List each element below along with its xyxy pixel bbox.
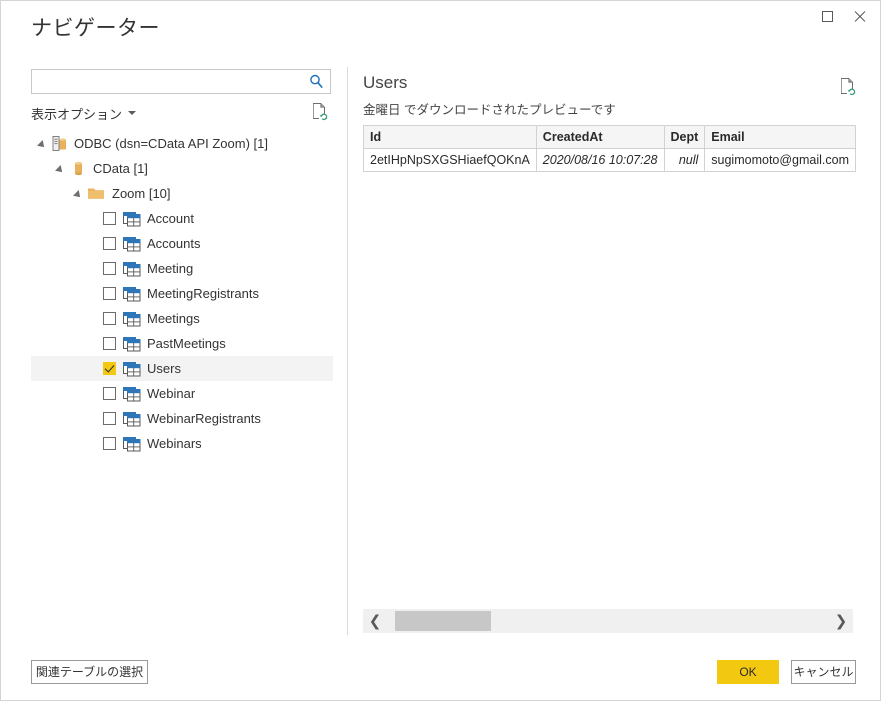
- checkbox-accounts[interactable]: [103, 237, 116, 250]
- folder-icon: [87, 186, 106, 206]
- preview-title: Users: [363, 73, 407, 93]
- tree-node-label: CData [1]: [93, 161, 148, 176]
- table-icon: [123, 411, 141, 432]
- maximize-button[interactable]: [810, 1, 844, 31]
- checkbox-meetingregistrants[interactable]: [103, 287, 116, 300]
- tree-node-webinar[interactable]: Webinar: [31, 381, 333, 406]
- preview-subtitle: 金曜日 でダウンロードされたプレビューです: [363, 99, 616, 118]
- expand-collapse-icon[interactable]: [37, 140, 47, 150]
- tree-node-label: Webinars: [147, 436, 202, 451]
- tree-node-meetings[interactable]: Meetings: [31, 306, 333, 331]
- tree-node-label: Users: [147, 361, 181, 376]
- table-icon: [123, 211, 141, 232]
- preview-table: Id CreatedAt Dept Email 2etIHpNpSXGSHiae…: [363, 125, 856, 172]
- tree-node-zoom[interactable]: Zoom [10]: [31, 181, 333, 206]
- checkbox-webinars[interactable]: [103, 437, 116, 450]
- table-row: 2etIHpNpSXGSHiaefQOKnA 2020/08/16 10:07:…: [364, 149, 856, 172]
- checkbox-pastmeetings[interactable]: [103, 337, 116, 350]
- checkbox-meetings[interactable]: [103, 312, 116, 325]
- left-pane: 表示オプション: [31, 69, 333, 629]
- table-icon: [123, 361, 141, 382]
- tree-node-account[interactable]: Account: [31, 206, 333, 231]
- table-icon: [123, 286, 141, 307]
- search-input[interactable]: [37, 70, 306, 95]
- table-icon: [123, 436, 141, 457]
- checkbox-webinarregistrants[interactable]: [103, 412, 116, 425]
- tree-node-label: Meeting: [147, 261, 193, 276]
- cell-createdat: 2020/08/16 10:07:28: [536, 149, 664, 172]
- tree-node-label: WebinarRegistrants: [147, 411, 261, 426]
- display-options-row: 表示オプション: [31, 102, 331, 124]
- column-header-email[interactable]: Email: [705, 126, 856, 149]
- scroll-right-arrow-icon[interactable]: ❯: [829, 609, 853, 633]
- navigator-tree[interactable]: ODBC (dsn=CData API Zoom) [1] CData [1]: [31, 131, 333, 621]
- cell-email: sugimomoto@gmail.com: [705, 149, 856, 172]
- tree-node-pastmeetings[interactable]: PastMeetings: [31, 331, 333, 356]
- close-icon: [853, 10, 866, 23]
- column-header-createdat[interactable]: CreatedAt: [536, 126, 664, 149]
- expand-collapse-icon[interactable]: [73, 190, 83, 200]
- column-header-id[interactable]: Id: [364, 126, 537, 149]
- title-bar: ナビゲーター: [1, 1, 880, 51]
- tree-node-label: PastMeetings: [147, 336, 226, 351]
- column-header-dept[interactable]: Dept: [664, 126, 705, 149]
- checkbox-meeting[interactable]: [103, 262, 116, 275]
- tree-node-label: Accounts: [147, 236, 200, 251]
- chevron-down-icon[interactable]: [128, 111, 136, 115]
- database-icon: [71, 160, 85, 182]
- cancel-button[interactable]: キャンセル: [791, 660, 856, 684]
- tree-node-label: Account: [147, 211, 194, 226]
- page-title: ナビゲーター: [31, 12, 160, 42]
- scroll-left-arrow-icon[interactable]: ❮: [363, 609, 387, 633]
- tree-node-odbc[interactable]: ODBC (dsn=CData API Zoom) [1]: [31, 131, 333, 156]
- preview-pane: Users 金曜日 でダウンロードされたプレビューです Id Cre: [363, 73, 853, 635]
- tree-node-users[interactable]: Users: [31, 356, 333, 381]
- refresh-document-icon[interactable]: [311, 102, 329, 122]
- navigator-dialog: ナビゲーター 表示オプション: [0, 0, 881, 701]
- cell-dept: null: [664, 149, 705, 172]
- select-related-tables-button[interactable]: 関連テーブルの選択: [31, 660, 148, 684]
- table-icon: [123, 236, 141, 257]
- search-box[interactable]: [31, 69, 331, 94]
- tree-node-meetingregistrants[interactable]: MeetingRegistrants: [31, 281, 333, 306]
- search-icon: [308, 73, 325, 90]
- server-icon: [51, 135, 68, 157]
- tree-node-accounts[interactable]: Accounts: [31, 231, 333, 256]
- expand-collapse-icon[interactable]: [55, 165, 65, 175]
- table-icon: [123, 386, 141, 407]
- close-button[interactable]: [842, 1, 876, 31]
- cell-id: 2etIHpNpSXGSHiaefQOKnA: [364, 149, 537, 172]
- tree-node-webinarregistrants[interactable]: WebinarRegistrants: [31, 406, 333, 431]
- table-icon: [123, 336, 141, 357]
- preview-horizontal-scrollbar[interactable]: ❮ ❯: [363, 609, 853, 633]
- checkbox-account[interactable]: [103, 212, 116, 225]
- table-icon: [123, 311, 141, 332]
- maximize-icon: [822, 11, 833, 22]
- tree-node-webinars[interactable]: Webinars: [31, 431, 333, 456]
- tree-node-cdata[interactable]: CData [1]: [31, 156, 333, 181]
- checkbox-users[interactable]: [103, 362, 116, 375]
- table-header-row: Id CreatedAt Dept Email: [364, 126, 856, 149]
- tree-node-label: Zoom [10]: [112, 186, 171, 201]
- display-options-button[interactable]: 表示オプション: [31, 104, 122, 123]
- refresh-document-icon[interactable]: [839, 77, 857, 97]
- tree-node-label: Meetings: [147, 311, 200, 326]
- tree-node-label: ODBC (dsn=CData API Zoom) [1]: [74, 136, 268, 151]
- checkbox-webinar[interactable]: [103, 387, 116, 400]
- tree-node-meeting[interactable]: Meeting: [31, 256, 333, 281]
- tree-node-label: MeetingRegistrants: [147, 286, 259, 301]
- ok-button[interactable]: OK: [717, 660, 779, 684]
- table-icon: [123, 261, 141, 282]
- pane-divider: [347, 67, 348, 635]
- tree-node-label: Webinar: [147, 386, 195, 401]
- scrollbar-thumb[interactable]: [395, 611, 491, 631]
